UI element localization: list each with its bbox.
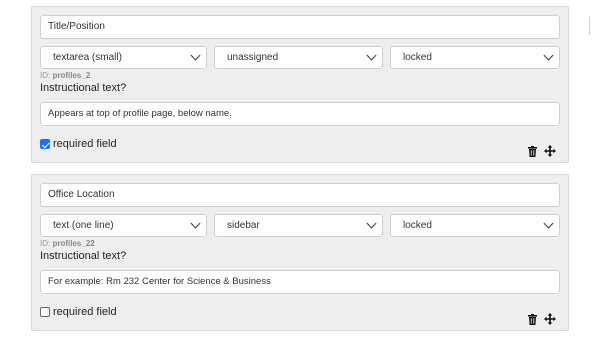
chevron-down-icon xyxy=(543,50,554,61)
required-checkbox[interactable] xyxy=(40,139,50,149)
field-type-value: text (one line) xyxy=(53,220,114,231)
required-field-toggle[interactable]: required field xyxy=(40,306,117,318)
field-position-value: unassigned xyxy=(227,52,279,63)
profile-field-card: Title/Position textarea (small) unassign… xyxy=(31,6,569,163)
instructional-text-label: Instructional text? xyxy=(40,250,127,262)
required-field-label: required field xyxy=(53,138,117,150)
chevron-down-icon xyxy=(366,50,377,61)
instructional-text-label: Instructional text? xyxy=(40,82,127,94)
field-id-value: profiles_2 xyxy=(52,71,91,80)
field-position-select[interactable]: unassigned xyxy=(214,46,383,69)
field-lock-value: locked xyxy=(403,220,432,231)
chevron-down-icon xyxy=(366,218,377,229)
field-type-select[interactable]: text (one line) xyxy=(40,214,207,237)
required-field-label: required field xyxy=(53,306,117,318)
field-lock-value: locked xyxy=(403,52,432,63)
field-title-input[interactable]: Title/Position xyxy=(40,15,560,39)
move-icon[interactable] xyxy=(544,145,556,157)
field-type-value: textarea (small) xyxy=(53,52,122,63)
chevron-down-icon xyxy=(190,50,201,61)
scrollbar-edge xyxy=(589,17,590,35)
field-position-select[interactable]: sidebar xyxy=(214,214,383,237)
trash-icon[interactable] xyxy=(528,146,537,157)
field-id-label: ID: xyxy=(40,71,51,80)
field-lock-select[interactable]: locked xyxy=(390,214,560,237)
move-icon[interactable] xyxy=(544,313,556,325)
required-checkbox[interactable] xyxy=(40,307,50,317)
chevron-down-icon xyxy=(190,218,201,229)
field-id: ID: profiles_2 xyxy=(40,71,90,80)
profile-field-card: Office Location text (one line) sidebar … xyxy=(31,174,569,331)
chevron-down-icon xyxy=(543,218,554,229)
field-position-value: sidebar xyxy=(227,220,260,231)
required-field-toggle[interactable]: required field xyxy=(40,138,117,150)
instructional-text-input[interactable]: Appears at top of profile page, below na… xyxy=(40,102,560,126)
field-lock-select[interactable]: locked xyxy=(390,46,560,69)
field-title-input[interactable]: Office Location xyxy=(40,183,560,207)
field-type-select[interactable]: textarea (small) xyxy=(40,46,207,69)
field-id: ID: profiles_22 xyxy=(40,239,95,248)
trash-icon[interactable] xyxy=(528,314,537,325)
instructional-text-input[interactable]: For example: Rm 232 Center for Science &… xyxy=(40,270,560,294)
field-id-label: ID: xyxy=(40,239,51,248)
field-id-value: profiles_22 xyxy=(52,239,95,248)
